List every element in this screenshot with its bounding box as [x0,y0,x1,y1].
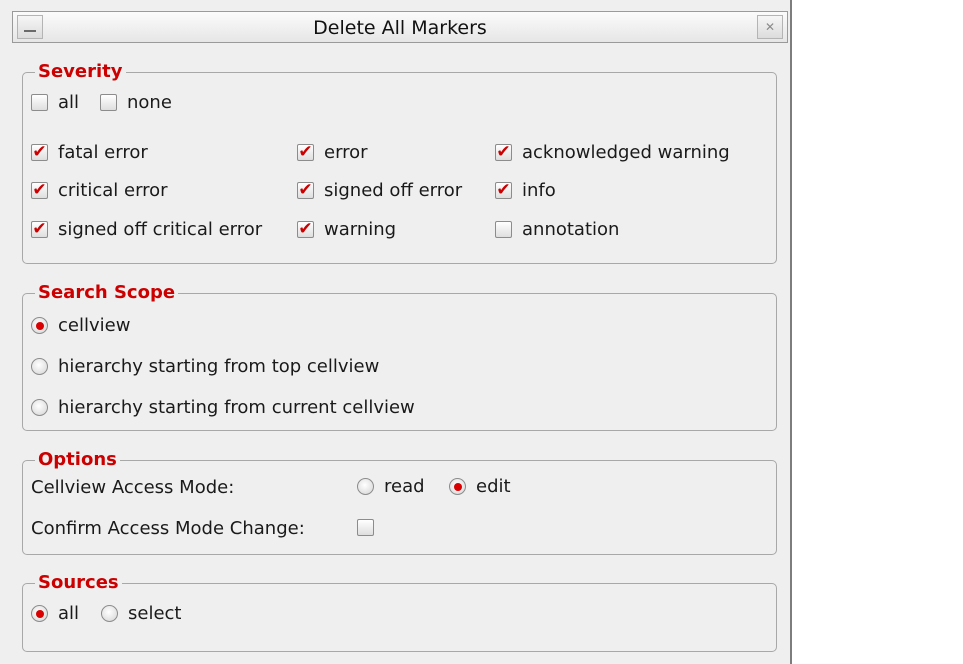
severity-signed-off-critical-error-checkbox[interactable]: ✔ signed off critical error [31,219,262,240]
checkbox-label: annotation [522,219,620,240]
radio-icon [31,317,48,334]
checkmark-icon: ✔ [32,142,47,162]
confirm-label: Confirm Access Mode Change: [31,518,305,539]
severity-all-checkbox[interactable]: all [31,92,79,113]
radio-icon [31,358,48,375]
radio-icon [357,478,374,495]
checkbox-icon: ✔ [495,144,512,161]
checkbox-icon [357,519,374,536]
window-title: Delete All Markers [313,17,487,39]
checkbox-label: warning [324,219,397,240]
radio-label: hierarchy starting from top cellview [58,356,380,377]
options-group: Options Cellview Access Mode: read edit … [22,449,777,555]
access-mode-edit-radio[interactable]: edit [449,476,511,497]
radio-selected-dot [35,609,44,618]
checkbox-icon: ✔ [31,182,48,199]
checkmark-icon: ✔ [32,219,47,239]
checkmark-icon: ✔ [496,180,511,200]
radio-icon [31,399,48,416]
severity-acknowledged-warning-checkbox[interactable]: ✔ acknowledged warning [495,142,730,163]
checkbox-label: acknowledged warning [522,142,730,163]
checkmark-icon: ✔ [32,180,47,200]
access-mode-label: Cellview Access Mode: [31,477,234,498]
radio-icon [449,478,466,495]
checkbox-label: error [324,142,368,163]
checkbox-icon [31,94,48,111]
scope-cellview-radio[interactable]: cellview [31,315,130,336]
radio-label: select [128,603,182,624]
sources-group: Sources all select [22,572,777,652]
checkmark-icon: ✔ [298,180,313,200]
confirm-access-mode-checkbox[interactable] [357,519,384,536]
checkbox-icon [100,94,117,111]
severity-group: Severity all none ✔ fatal error ✔ error … [22,61,777,264]
severity-error-checkbox[interactable]: ✔ error [297,142,368,163]
severity-annotation-checkbox[interactable]: annotation [495,219,619,240]
title-bar: Delete All Markers ✕ [12,11,788,43]
severity-fatal-error-checkbox[interactable]: ✔ fatal error [31,142,148,163]
severity-signed-off-error-checkbox[interactable]: ✔ signed off error [297,180,462,201]
radio-label: read [384,476,425,497]
severity-warning-checkbox[interactable]: ✔ warning [297,219,396,240]
checkbox-icon: ✔ [31,221,48,238]
severity-critical-error-checkbox[interactable]: ✔ critical error [31,180,168,201]
options-legend: Options [35,449,120,471]
search-scope-group: Search Scope cellview hierarchy starting… [22,282,777,431]
checkbox-label: signed off error [324,180,463,201]
radio-selected-dot [35,321,44,330]
severity-info-checkbox[interactable]: ✔ info [495,180,556,201]
radio-icon [31,605,48,622]
checkbox-label: all [58,92,80,113]
radio-label: edit [476,476,511,497]
radio-label: cellview [58,315,131,336]
checkmark-icon: ✔ [298,219,313,239]
checkbox-icon: ✔ [31,144,48,161]
checkbox-label: signed off critical error [58,219,263,240]
radio-label: all [58,603,80,624]
search-scope-legend: Search Scope [35,282,179,304]
delete-all-markers-window: Delete All Markers ✕ Severity all none ✔… [0,0,792,664]
checkbox-icon: ✔ [297,221,314,238]
checkmark-icon: ✔ [496,142,511,162]
close-button[interactable]: ✕ [757,15,783,39]
checkbox-icon [495,221,512,238]
checkbox-label: fatal error [58,142,148,163]
checkbox-label: info [522,180,556,201]
radio-icon [101,605,118,622]
confirm-text: Confirm Access Mode Change: [31,518,305,539]
checkbox-icon: ✔ [297,144,314,161]
sources-all-radio[interactable]: all [31,603,79,624]
checkbox-icon: ✔ [297,182,314,199]
radio-label: hierarchy starting from current cellview [58,397,415,418]
close-icon: ✕ [764,20,776,34]
checkbox-label: critical error [58,180,168,201]
checkbox-label: none [127,92,172,113]
access-mode-read-radio[interactable]: read [357,476,425,497]
severity-legend: Severity [35,61,126,83]
scope-hierarchy-current-radio[interactable]: hierarchy starting from current cellview [31,397,415,418]
severity-none-checkbox[interactable]: none [100,92,172,113]
checkmark-icon: ✔ [298,142,313,162]
checkbox-icon: ✔ [495,182,512,199]
scope-hierarchy-top-radio[interactable]: hierarchy starting from top cellview [31,356,379,377]
sources-select-radio[interactable]: select [101,603,181,624]
access-mode-text: Cellview Access Mode: [31,477,235,498]
sources-legend: Sources [35,572,122,594]
radio-selected-dot [453,482,462,491]
